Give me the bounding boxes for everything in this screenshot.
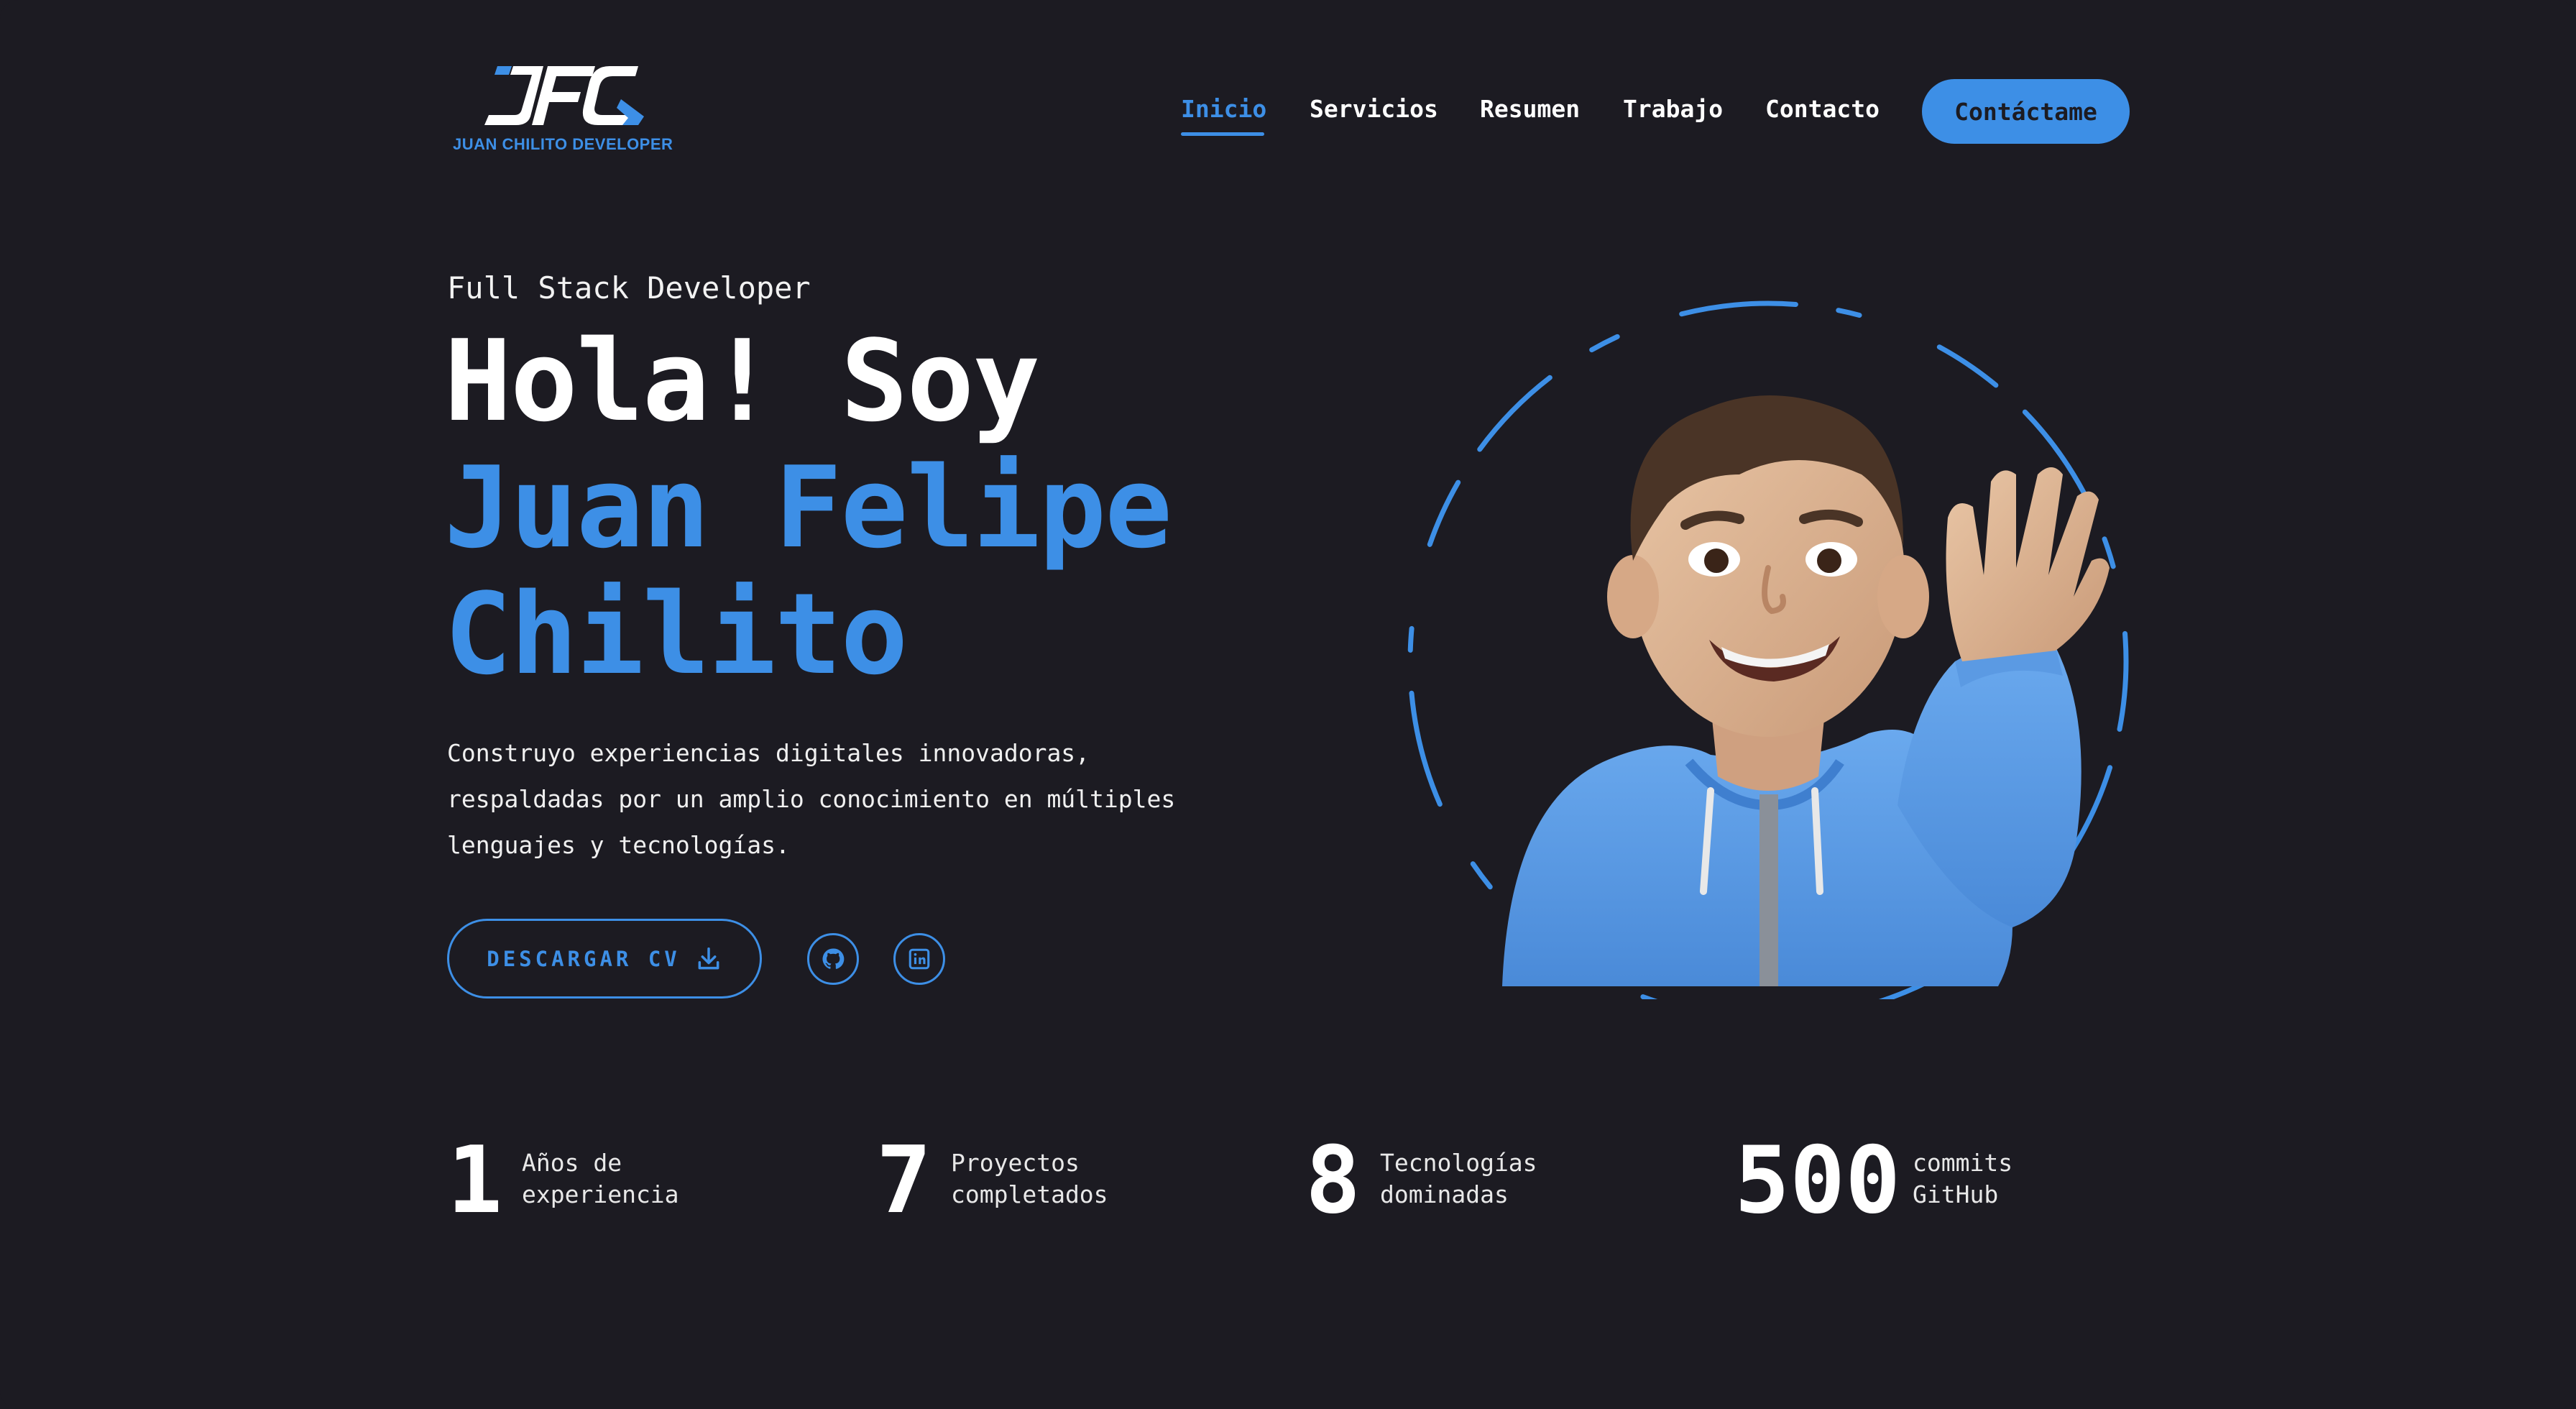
stat-label: Proyectos completados	[951, 1147, 1108, 1211]
download-cv-label: DESCARGAR CV	[487, 946, 681, 971]
stat-value: 7	[876, 1127, 932, 1234]
hero-avatar	[1366, 259, 2156, 1022]
stat-label-line: Años de	[522, 1149, 622, 1177]
stat-label-line: commits	[1913, 1149, 2013, 1177]
hero-description-line: respaldadas por un amplio conocimiento e…	[447, 785, 1176, 813]
stat-label-line: Proyectos	[951, 1149, 1080, 1177]
linkedin-link[interactable]	[893, 933, 945, 985]
stat-value: 500	[1734, 1127, 1901, 1234]
stat-projects: 7 Proyectos completados	[876, 1134, 1236, 1228]
stat-label-line: experiencia	[522, 1180, 679, 1208]
stat-commits: 500 commits GitHub	[1734, 1134, 2166, 1228]
stat-label-line: completados	[951, 1180, 1108, 1208]
nav-item-inicio[interactable]: Inicio	[1181, 95, 1266, 123]
stat-value: 8	[1305, 1127, 1361, 1234]
stat-label-line: dominadas	[1380, 1180, 1509, 1208]
active-nav-indicator	[1181, 132, 1264, 136]
github-icon	[822, 948, 845, 969]
stat-value: 1	[447, 1127, 503, 1234]
nav-item-contacto[interactable]: Contacto	[1765, 95, 1880, 123]
hero-greeting: Hola! Soy	[444, 316, 1040, 446]
stat-label-line: GitHub	[1913, 1180, 1999, 1208]
hero-description-line: Construyo experiencias digitales innovad…	[447, 739, 1090, 767]
hero-name-line1: Juan Felipe	[444, 442, 1172, 573]
stat-label-line: Tecnologías	[1380, 1149, 1537, 1177]
linkedin-icon	[908, 948, 930, 970]
page: JUAN CHILITO DEVELOPER Inicio Servicios …	[0, 0, 2576, 1409]
stat-label: Tecnologías dominadas	[1380, 1147, 1537, 1211]
nav-item-resumen[interactable]: Resumen	[1480, 95, 1580, 123]
stat-experience: 1 Años de experiencia	[447, 1134, 806, 1228]
github-link[interactable]	[807, 933, 859, 985]
stat-label: commits GitHub	[1913, 1147, 2012, 1211]
main-nav: Inicio Servicios Resumen Trabajo Contact…	[0, 95, 2576, 138]
stat-label: Años de experiencia	[522, 1147, 679, 1211]
role-subtitle: Full Stack Developer	[447, 270, 811, 306]
contact-cta-button[interactable]: Contáctame	[1922, 79, 2130, 144]
download-cv-button[interactable]: DESCARGAR CV	[447, 919, 762, 999]
hero-name: Juan Felipe Chilito	[444, 442, 1172, 699]
stat-technologies: 8 Tecnologías dominadas	[1305, 1134, 1665, 1228]
nav-item-servicios[interactable]: Servicios	[1310, 95, 1438, 123]
nav-item-trabajo[interactable]: Trabajo	[1623, 95, 1723, 123]
hero-description: Construyo experiencias digitales innovad…	[447, 730, 1238, 868]
memoji-avatar-illustration	[1407, 300, 2129, 1022]
download-icon	[698, 947, 719, 969]
hero-description-line: lenguajes y tecnologías.	[447, 831, 790, 859]
hero-name-line2: Chilito	[444, 569, 908, 699]
